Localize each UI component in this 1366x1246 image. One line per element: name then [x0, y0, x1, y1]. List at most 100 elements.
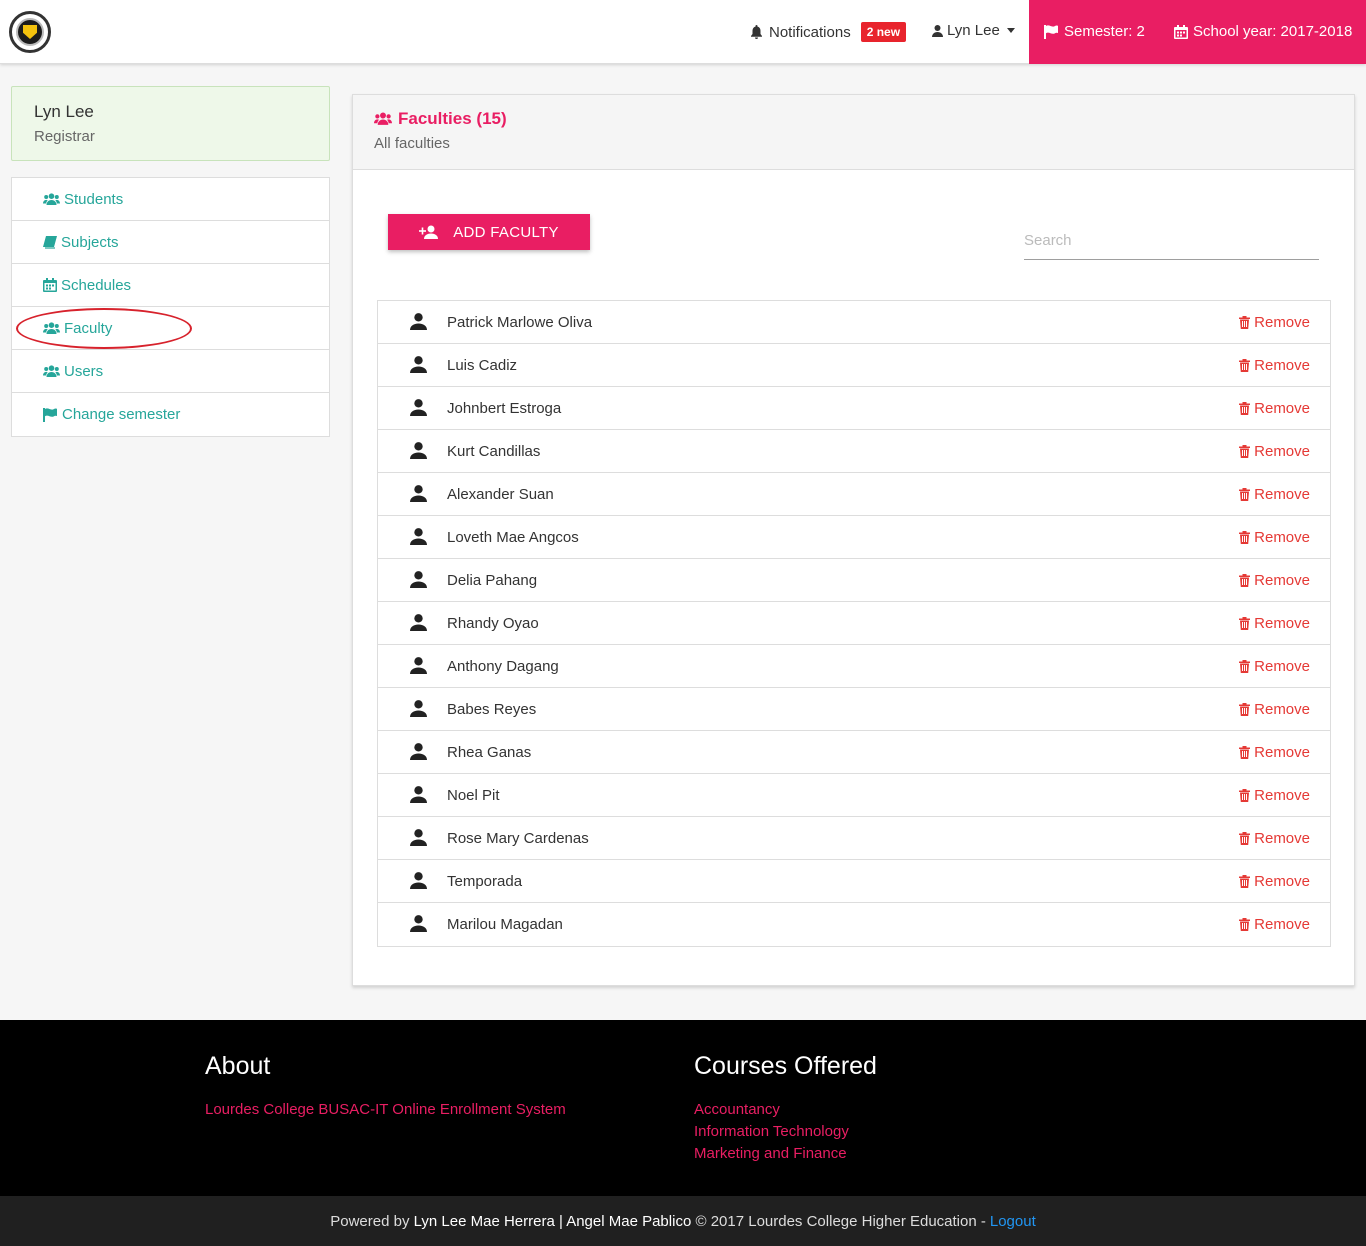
flag-icon [1044, 24, 1058, 39]
person-add-icon [419, 225, 439, 239]
sidebar-item-label: Users [64, 362, 104, 380]
calendar-icon [1174, 24, 1188, 39]
sidebar-item-label: Students [64, 190, 124, 208]
sidebar-menu: Students Subjects Schedules Faculty User… [11, 177, 330, 437]
faculty-name: Anthony Dagang [447, 657, 559, 675]
trash-icon [1239, 573, 1251, 587]
remove-label: Remove [1254, 313, 1310, 331]
profile-name: Lyn Lee [34, 102, 94, 121]
faculty-row: Anthony Dagang Remove [378, 645, 1330, 688]
notifications-menu[interactable]: Notifications 2 new [750, 22, 907, 42]
powered-by-label: Powered by [330, 1212, 410, 1230]
person-icon [410, 614, 427, 631]
school-year-indicator[interactable]: School year: 2017-2018 [1174, 23, 1352, 40]
caret-down-icon [1006, 28, 1015, 33]
remove-button[interactable]: Remove [1239, 443, 1310, 460]
remove-label: Remove [1254, 356, 1310, 374]
remove-button[interactable]: Remove [1239, 787, 1310, 804]
panel-subtitle: All faculties [374, 135, 450, 152]
remove-button[interactable]: Remove [1239, 830, 1310, 847]
footer-courses: Courses Offered Accountancy Information … [694, 1052, 877, 1165]
trash-icon [1239, 874, 1251, 888]
user-menu[interactable]: Lyn Lee [932, 22, 1015, 39]
remove-button[interactable]: Remove [1239, 701, 1310, 718]
sidebar-item-label: Subjects [61, 233, 119, 251]
remove-label: Remove [1254, 485, 1310, 503]
sidebar-item-subjects[interactable]: Subjects [12, 221, 329, 264]
sidebar-item-change-semester[interactable]: Change semester [12, 393, 329, 436]
add-faculty-button[interactable]: ADD FACULTY [388, 214, 590, 250]
panel-title: Faculties (15) [374, 109, 1333, 129]
remove-button[interactable]: Remove [1239, 400, 1310, 417]
remove-button[interactable]: Remove [1239, 314, 1310, 331]
sidebar-item-schedules[interactable]: Schedules [12, 264, 329, 307]
remove-label: Remove [1254, 528, 1310, 546]
faculty-name: Kurt Candillas [447, 442, 541, 460]
remove-button[interactable]: Remove [1239, 357, 1310, 374]
users-icon [374, 112, 392, 125]
term-info: Semester: 2 School year: 2017-2018 [1029, 0, 1366, 64]
trash-icon [1239, 788, 1251, 802]
copyright-text: © 2017 Lourdes College Higher Education … [695, 1212, 986, 1230]
course-link[interactable]: Accountancy [694, 1099, 877, 1121]
trash-icon [1239, 530, 1251, 544]
logout-link[interactable]: Logout [990, 1213, 1036, 1230]
faculty-name: Rose Mary Cardenas [447, 829, 589, 847]
person-icon [410, 313, 427, 330]
person-icon [410, 657, 427, 674]
person-icon [410, 829, 427, 846]
footer: About Lourdes College BUSAC-IT Online En… [0, 1020, 1366, 1196]
remove-button[interactable]: Remove [1239, 572, 1310, 589]
remove-button[interactable]: Remove [1239, 873, 1310, 890]
users-icon [43, 192, 60, 205]
users-icon [43, 364, 60, 377]
remove-button[interactable]: Remove [1239, 615, 1310, 632]
person-icon [410, 399, 427, 416]
remove-label: Remove [1254, 786, 1310, 804]
panel-header: Faculties (15) All faculties [353, 95, 1354, 170]
remove-label: Remove [1254, 700, 1310, 718]
faculty-name: Patrick Marlowe Oliva [447, 313, 593, 331]
trash-icon [1239, 616, 1251, 630]
faculty-row: Noel Pit Remove [378, 774, 1330, 817]
sidebar-item-users[interactable]: Users [12, 350, 329, 393]
faculty-row: Kurt Candillas Remove [378, 430, 1330, 473]
panel-title-text: Faculties (15) [398, 109, 507, 128]
user-icon [932, 24, 943, 37]
trash-icon [1239, 745, 1251, 759]
about-link[interactable]: Lourdes College BUSAC-IT Online Enrollme… [205, 1099, 566, 1121]
person-icon [410, 743, 427, 760]
faculty-list: Patrick Marlowe Oliva Remove Luis Cadiz Rem… [377, 300, 1331, 947]
remove-label: Remove [1254, 916, 1310, 933]
faculty-name: Marilou Magadan [447, 916, 563, 933]
person-icon [410, 915, 427, 932]
trash-icon [1239, 315, 1251, 329]
faculty-row: Babes Reyes Remove [378, 688, 1330, 731]
school-year-label: School year: 2017-2018 [1193, 23, 1353, 40]
profile-role: Registrar [34, 128, 95, 145]
search-input[interactable] [1024, 222, 1319, 260]
faculty-name: Rhea Ganas [447, 743, 532, 761]
school-logo[interactable] [9, 11, 51, 53]
semester-indicator[interactable]: Semester: 2 [1044, 23, 1145, 40]
flag-icon [43, 407, 57, 422]
remove-label: Remove [1254, 743, 1310, 761]
sidebar-item-faculty[interactable]: Faculty [12, 307, 329, 350]
remove-button[interactable]: Remove [1239, 658, 1310, 675]
remove-label: Remove [1254, 571, 1310, 589]
remove-button[interactable]: Remove [1239, 529, 1310, 546]
faculty-name: Johnbert Estroga [447, 399, 562, 417]
calendar-icon [43, 278, 57, 292]
remove-label: Remove [1254, 614, 1310, 632]
authors-text: Lyn Lee Mae Herrera | Angel Mae Pablico [413, 1212, 692, 1230]
course-link[interactable]: Information Technology [694, 1121, 877, 1143]
remove-label: Remove [1254, 829, 1310, 847]
trash-icon [1239, 702, 1251, 716]
trash-icon [1239, 487, 1251, 501]
sidebar-item-students[interactable]: Students [12, 178, 329, 221]
remove-button[interactable]: Remove [1239, 486, 1310, 503]
remove-button[interactable]: Remove [1239, 916, 1310, 933]
course-link[interactable]: Marketing and Finance [694, 1143, 877, 1165]
book-icon [43, 235, 57, 249]
remove-button[interactable]: Remove [1239, 744, 1310, 761]
